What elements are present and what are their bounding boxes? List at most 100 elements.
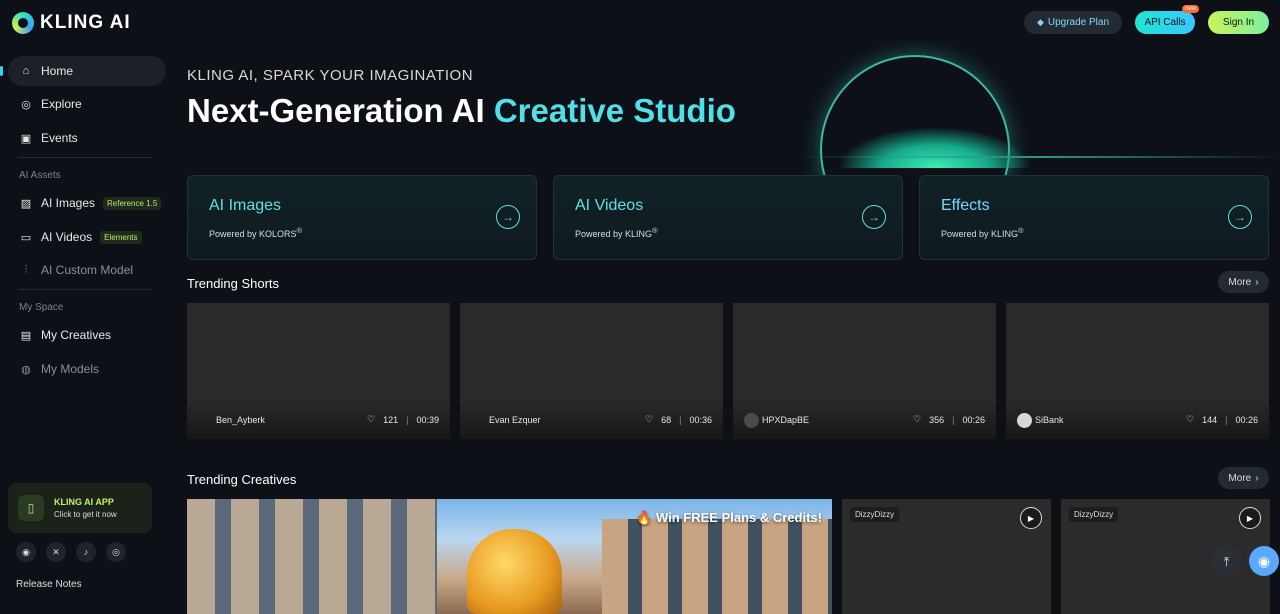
api-label: API Calls [1144,17,1186,28]
short-meta: ♡ 144 | 00:26 [1186,414,1258,425]
trending-creatives-title: Trending Creatives [187,472,297,487]
duration: 00:26 [962,414,985,425]
separator: | [952,414,955,425]
app-card-title: KLING AI APP [54,497,114,507]
duration: 00:26 [1235,414,1258,425]
x-icon[interactable]: ✕ [46,542,66,562]
card-effects[interactable]: Effects Powered by KLING® → [919,175,1269,260]
card-powered-by: Powered by KOLORS® [209,226,303,239]
card-powered-by: Powered by KLING® [941,226,1024,239]
short-meta: ♡ 356 | 00:26 [913,414,985,425]
creatives-more-button[interactable]: More › [1218,467,1269,489]
instagram-icon[interactable]: ◎ [106,542,126,562]
heart-icon[interactable]: ♡ [367,414,375,425]
hero-subtitle: KLING AI, SPARK YOUR IMAGINATION [187,67,474,84]
hero-arc [820,55,1010,190]
home-icon: ⌂ [22,65,30,77]
heart-icon[interactable]: ♡ [645,414,653,425]
sidebar-item-my-creatives[interactable]: ▤ My Creatives [8,320,166,350]
promo-banner[interactable]: 🔥 Win FREE Plans & Credits! [187,499,832,614]
creator-tag: DizzyDizzy [850,507,900,522]
diamond-icon: ◆ [1036,17,1044,27]
chat-support-icon[interactable]: ◉ [1249,546,1279,576]
duration: 00:36 [689,414,712,425]
logo[interactable]: KLING AI [12,10,131,36]
short-card[interactable]: SiBank ♡ 144 | 00:26 [1006,303,1269,439]
banner-building-left [187,499,437,614]
divider [18,157,152,158]
separator: | [679,414,682,425]
like-count: 356 [929,414,945,425]
sidebar-item-ai-images[interactable]: ▨ AI Images Reference 1.5 [8,188,166,218]
card-ai-videos[interactable]: AI Videos Powered by KLING® → [553,175,903,260]
arrow-right-icon[interactable]: → [496,205,520,229]
play-icon[interactable]: ▶ [1020,507,1042,529]
discord-icon[interactable]: ◉ [16,542,36,562]
app-download-card[interactable]: ▯ KLING AI APP Click to get it now [8,483,152,533]
like-count: 68 [661,414,672,425]
hero-title: Next-Generation AI Creative Studio [187,92,736,130]
api-calls-button[interactable]: API Calls [1135,11,1195,34]
banner-building-right [602,519,832,614]
arrow-right-icon[interactable]: → [862,205,886,229]
compass-icon: ◎ [21,98,31,111]
tiktok-icon[interactable]: ♪ [76,542,96,562]
sidebar-item-events[interactable]: ▣ Events [8,123,166,153]
card-title: AI Videos [575,197,644,214]
sign-in-button[interactable]: Sign In [1208,11,1269,34]
short-meta: ♡ 121 | 00:39 [367,414,439,425]
heart-icon[interactable]: ♡ [913,414,921,425]
sidebar-item-label: AI Images [41,196,96,210]
model-icon: ◍ [21,363,31,376]
avatar [1017,413,1032,428]
sidebar-item-home[interactable]: ⌂ Home [8,56,166,86]
upgrade-plan-button[interactable]: ◆ Upgrade Plan [1024,11,1122,34]
short-card[interactable]: Evan Ezquer ♡ 68 | 00:36 [460,303,723,439]
sidebar-item-label: AI Videos [41,230,93,244]
sidebar-item-ai-videos[interactable]: ▭ AI Videos Elements [8,222,166,252]
more-label: More [1228,472,1252,484]
separator: | [406,414,409,425]
heart-icon[interactable]: ♡ [1186,414,1194,425]
sidebar-item-label: AI Custom Model [41,263,134,277]
sidebar-item-label: Events [41,131,78,145]
section-label-my-space: My Space [19,302,64,313]
hero-illustration [760,40,1280,190]
section-label-ai-assets: AI Assets [19,170,61,181]
card-ai-images[interactable]: AI Images Powered by KOLORS® → [187,175,537,260]
creator-tag: DizzyDizzy [1069,507,1119,522]
divider [18,289,152,290]
folder-icon: ▤ [20,329,32,342]
flame-icon: 🔥 [636,510,653,525]
chevron-right-icon: › [1255,472,1259,484]
shorts-more-button[interactable]: More › [1218,271,1269,293]
trending-shorts-title: Trending Shorts [187,276,280,291]
separator: | [1225,414,1228,425]
banner-honey-dipper [467,529,562,614]
short-meta: ♡ 68 | 00:36 [645,414,712,425]
sidebar-item-ai-custom-model[interactable]: ⫶ AI Custom Model [8,255,166,285]
sidebar-item-explore[interactable]: ◎ Explore [8,89,166,119]
promo-text: 🔥 Win FREE Plans & Credits! [636,510,822,525]
sidebar-item-label: My Models [41,362,100,376]
social-links: ◉ ✕ ♪ ◎ [16,542,126,562]
scroll-to-top-button[interactable]: ⤒ [1211,546,1242,577]
upgrade-label: Upgrade Plan [1047,17,1110,28]
release-notes-link[interactable]: Release Notes [16,579,82,590]
hero-title-plain: Next-Generation AI [187,92,494,129]
creative-card[interactable]: DizzyDizzy ▶ [842,499,1051,614]
kling-logo-icon [12,12,34,34]
sliders-icon: ⫶ [24,263,28,276]
play-icon[interactable]: ▶ [1239,507,1261,529]
hero-title-accent: Creative Studio [493,92,736,129]
hero-wave [840,128,1030,168]
sidebar-item-label: My Creatives [41,328,112,342]
short-card[interactable]: Ben_Ayberk ♡ 121 | 00:39 [187,303,450,439]
sidebar-item-my-models[interactable]: ◍ My Models [8,354,166,384]
video-icon: ▭ [20,231,32,244]
sign-in-label: Sign In [1222,17,1255,28]
sidebar-item-label: Explore [41,97,82,111]
arrow-right-icon[interactable]: → [1228,205,1252,229]
short-card[interactable]: HPXDapBE ♡ 356 | 00:26 [733,303,996,439]
like-count: 121 [383,414,399,425]
